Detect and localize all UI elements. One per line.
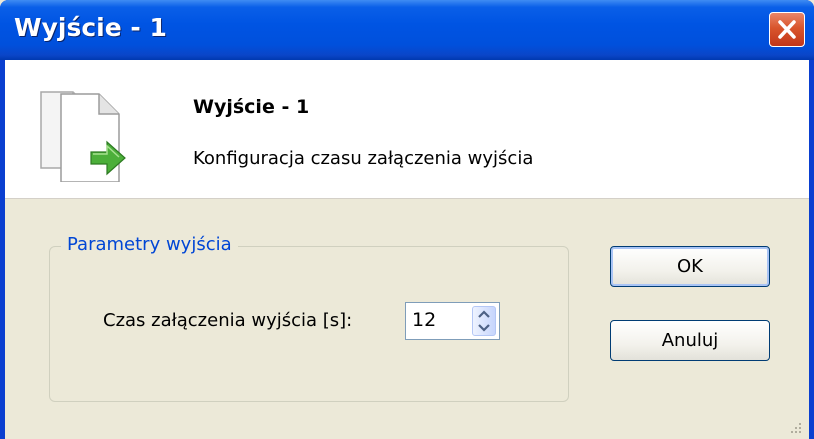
chevron-up-icon <box>478 310 490 318</box>
dialog-window: Wyjście - 1 Wyjście - 1 Konfiguracja cza… <box>0 0 814 439</box>
groupbox-legend: Parametry wyjścia <box>61 234 238 255</box>
resize-grip-icon[interactable] <box>789 421 803 435</box>
spinner-up-button[interactable] <box>473 307 495 321</box>
header-subtitle: Konfiguracja czasu załączenia wyjścia <box>193 148 534 169</box>
header-title: Wyjście - 1 <box>193 96 310 118</box>
window-title: Wyjście - 1 <box>14 13 167 42</box>
close-x-icon <box>778 20 796 39</box>
on-time-spinner[interactable]: 12 <box>405 302 500 340</box>
spinner-down-button[interactable] <box>473 321 495 335</box>
close-button[interactable] <box>769 12 805 47</box>
title-bar[interactable]: Wyjście - 1 <box>0 0 814 60</box>
ok-button[interactable]: OK <box>610 246 770 287</box>
chevron-down-icon <box>478 324 490 332</box>
dialog-client: Wyjście - 1 Konfiguracja czasu załączeni… <box>5 60 809 439</box>
on-time-value[interactable]: 12 <box>412 309 436 331</box>
spinner-buttons <box>472 306 496 336</box>
on-time-label: Czas załączenia wyjścia [s]: <box>103 310 353 331</box>
cancel-button[interactable]: Anuluj <box>610 320 770 361</box>
dialog-header: Wyjście - 1 Konfiguracja czasu załączeni… <box>5 60 809 199</box>
documents-arrow-icon <box>40 91 126 182</box>
